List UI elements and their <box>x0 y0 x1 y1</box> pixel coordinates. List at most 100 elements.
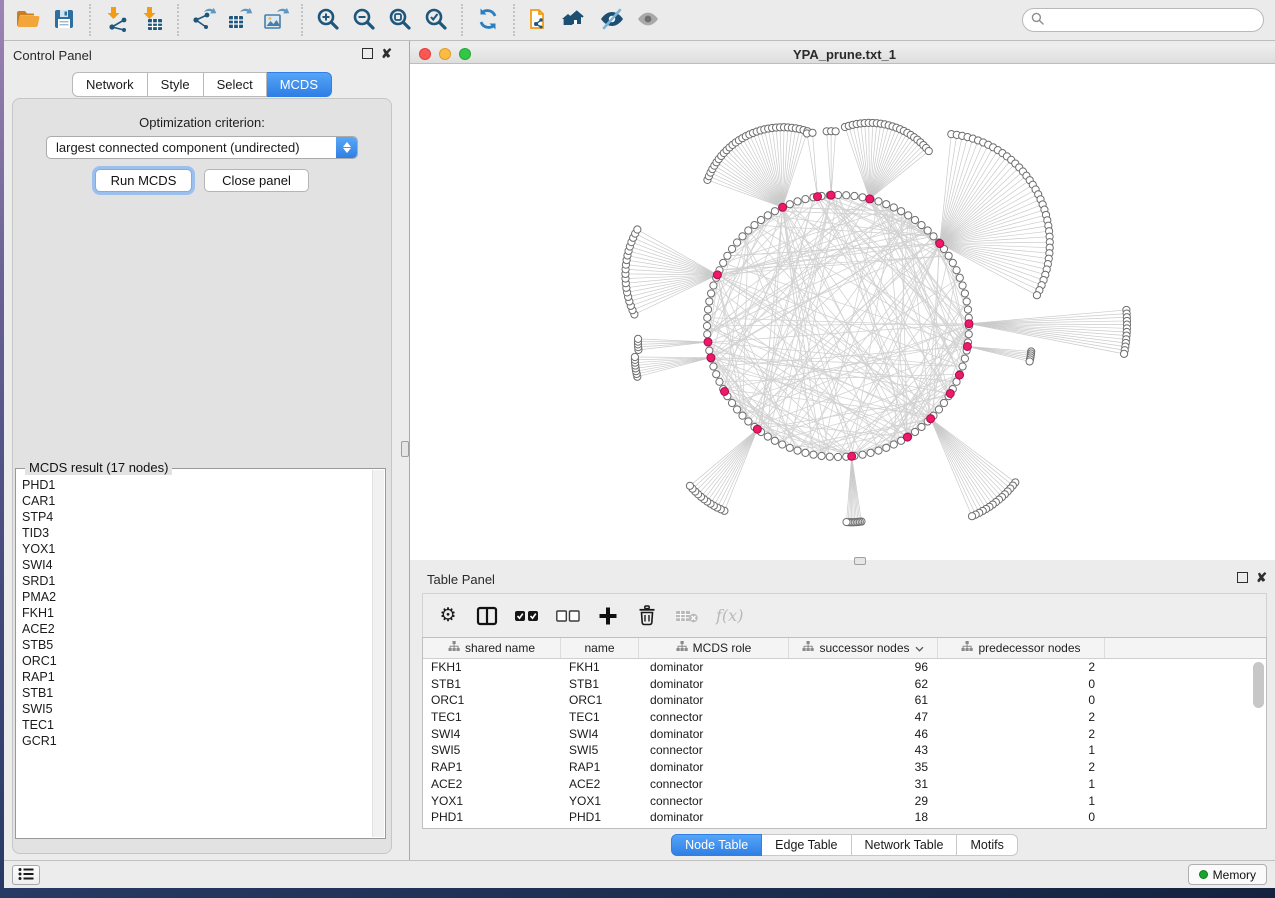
show-hidden-button[interactable] <box>630 2 666 38</box>
delete-icon[interactable] <box>636 603 658 629</box>
table-cell: connector <box>639 793 789 810</box>
tab-node-table[interactable]: Node Table <box>671 834 762 856</box>
column-header-filler <box>1105 638 1266 658</box>
table-row[interactable]: PHD1PHD1dominator180 <box>423 809 1266 826</box>
first-neighbors-button[interactable] <box>558 2 594 38</box>
run-mcds-button[interactable]: Run MCDS <box>95 169 192 192</box>
float-panel-icon[interactable] <box>362 48 373 59</box>
new-network-from-selection-button[interactable] <box>522 2 558 38</box>
memory-button[interactable]: Memory <box>1188 864 1267 885</box>
float-panel-icon[interactable] <box>1237 572 1248 583</box>
table-row[interactable]: STB1STB1dominator620 <box>423 676 1266 693</box>
network-window-titlebar: YPA_prune.txt_1 <box>410 44 1275 64</box>
tab-select[interactable]: Select <box>204 72 267 97</box>
memory-status-icon <box>1199 870 1208 879</box>
control-panel-title: Control Panel <box>13 48 92 63</box>
table-cell: RAP1 <box>561 759 639 776</box>
export-table-button[interactable] <box>222 2 258 38</box>
network-canvas[interactable] <box>410 64 1275 560</box>
search-input[interactable] <box>1049 13 1255 27</box>
close-panel-icon[interactable]: ✘ <box>1256 572 1267 583</box>
close-panel-icon[interactable]: ✘ <box>381 48 392 59</box>
table-row[interactable]: FKH1FKH1dominator962 <box>423 659 1266 676</box>
select-all-icon[interactable] <box>515 603 539 629</box>
zoom-out-button[interactable] <box>346 2 382 38</box>
tab-style[interactable]: Style <box>148 72 204 97</box>
network-window-title: YPA_prune.txt_1 <box>410 47 1275 62</box>
splitter-handle[interactable] <box>401 441 409 457</box>
vertical-splitter[interactable] <box>400 41 410 860</box>
mcds-result-item: STP4 <box>22 509 371 525</box>
table-scrollbar-thumb[interactable] <box>1253 662 1264 708</box>
table-cell: PHD1 <box>423 809 561 826</box>
criterion-selected-value: largest connected component (undirected) <box>47 140 336 155</box>
select-stepper-icon <box>336 137 357 158</box>
export-network-button[interactable] <box>186 2 222 38</box>
zoom-out-icon <box>351 6 377 35</box>
close-mcds-panel-button[interactable]: Close panel <box>204 169 309 192</box>
column-header-shared-name[interactable]: shared name <box>423 638 561 658</box>
task-history-button[interactable] <box>12 865 40 885</box>
table-row[interactable]: RAP1RAP1dominator352 <box>423 759 1266 776</box>
table-row[interactable]: ACE2ACE2connector311 <box>423 776 1266 793</box>
table-row[interactable]: ORC1ORC1dominator610 <box>423 692 1266 709</box>
table-cell: STB1 <box>561 676 639 693</box>
table-cell: 62 <box>789 676 938 693</box>
mcds-result-item: TEC1 <box>22 717 371 733</box>
mcds-result-item: FKH1 <box>22 605 371 621</box>
table-body: FKH1FKH1dominator962STB1STB1dominator620… <box>423 659 1266 826</box>
save-session-button[interactable] <box>46 2 82 38</box>
table-cell: 47 <box>789 709 938 726</box>
zoom-selected-icon <box>423 6 449 35</box>
tab-mcds[interactable]: MCDS <box>267 72 332 97</box>
table-row[interactable]: SWI5SWI5connector431 <box>423 742 1266 759</box>
mcds-list-scrollbar[interactable] <box>372 470 384 837</box>
column-header-predecessor-nodes[interactable]: predecessor nodes <box>938 638 1105 658</box>
table-row[interactable]: SWI4SWI4dominator462 <box>423 726 1266 743</box>
control-panel: Control Panel ✘ NetworkStyleSelectMCDS O… <box>4 41 400 860</box>
splitter-handle[interactable] <box>854 557 866 565</box>
import-table-button[interactable] <box>134 2 170 38</box>
zoom-selected-button[interactable] <box>418 2 454 38</box>
export-image-button[interactable] <box>258 2 294 38</box>
open-file-button[interactable] <box>10 2 46 38</box>
column-type-icon <box>676 641 688 655</box>
toolbar-separator <box>177 4 179 36</box>
tab-network[interactable]: Network <box>72 72 148 97</box>
gear-icon[interactable]: ⚙ <box>437 603 459 629</box>
table-cell: 2 <box>938 659 1105 676</box>
apply-layout-button[interactable] <box>470 2 506 38</box>
mcds-result-item: SWI4 <box>22 557 371 573</box>
table-cell: dominator <box>639 659 789 676</box>
tab-edge-table[interactable]: Edge Table <box>762 834 851 856</box>
list-icon <box>18 867 34 884</box>
control-panel-tabs: NetworkStyleSelectMCDS <box>4 72 400 97</box>
table-cell: RAP1 <box>423 759 561 776</box>
toolbar-separator <box>461 4 463 36</box>
status-bar: Memory <box>4 860 1275 888</box>
table-cell: ACE2 <box>561 776 639 793</box>
column-header-label: shared name <box>465 641 535 655</box>
hide-selected-button[interactable] <box>594 2 630 38</box>
deselect-all-icon[interactable] <box>556 603 580 629</box>
column-header-label: MCDS role <box>693 641 752 655</box>
zoom-in-button[interactable] <box>310 2 346 38</box>
tab-motifs[interactable]: Motifs <box>957 834 1017 856</box>
table-row[interactable]: TEC1TEC1connector472 <box>423 709 1266 726</box>
table-cell: 61 <box>789 692 938 709</box>
table-row[interactable]: YOX1YOX1connector291 <box>423 793 1266 810</box>
zoom-fit-button[interactable] <box>382 2 418 38</box>
table-cell: 2 <box>938 709 1105 726</box>
table-cell: 96 <box>789 659 938 676</box>
criterion-select[interactable]: largest connected component (undirected) <box>46 136 358 159</box>
split-panel-icon[interactable] <box>476 603 498 629</box>
add-icon[interactable] <box>597 603 619 629</box>
column-header-name[interactable]: name <box>561 638 639 658</box>
column-header-MCDS-role[interactable]: MCDS role <box>639 638 789 658</box>
import-network-button[interactable] <box>98 2 134 38</box>
search-icon <box>1031 12 1044 28</box>
table-cell: connector <box>639 709 789 726</box>
column-header-successor-nodes[interactable]: successor nodes <box>789 638 938 658</box>
main-area: Control Panel ✘ NetworkStyleSelectMCDS O… <box>4 41 1275 860</box>
tab-network-table[interactable]: Network Table <box>852 834 958 856</box>
